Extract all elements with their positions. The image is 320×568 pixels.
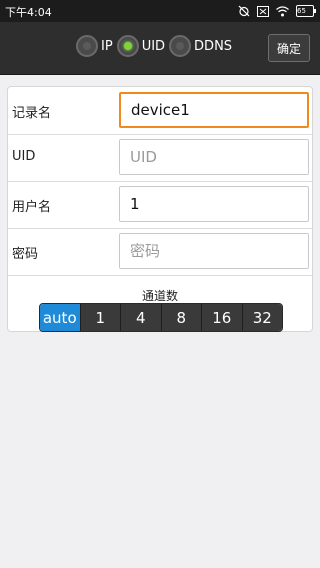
alarm-off-icon (238, 5, 250, 17)
battery-icon: 65 (296, 5, 316, 17)
row-record-name: 记录名 device1 (8, 87, 312, 135)
row-password: 密码 密码 (8, 228, 312, 276)
mode-option-uid[interactable]: UID (116, 35, 166, 57)
connection-mode-group: IP UID DDNS (76, 35, 236, 57)
radio-ip[interactable] (76, 35, 98, 57)
channel-option-32[interactable]: 32 (241, 304, 282, 331)
uid-label: UID (12, 149, 36, 164)
content-area: 记录名 device1 UID UID 用户名 1 密码 密码 通道数 auto… (0, 75, 320, 568)
radio-uid[interactable] (116, 35, 139, 57)
password-input[interactable]: 密码 (119, 233, 309, 269)
device-form-card: 记录名 device1 UID UID 用户名 1 密码 密码 通道数 auto… (7, 86, 313, 332)
channel-option-16[interactable]: 16 (201, 304, 242, 331)
confirm-button[interactable]: 确定 (268, 34, 310, 62)
mode-label-ip: IP (101, 38, 113, 54)
toolbar: IP UID DDNS 确定 (0, 22, 320, 75)
record-name-input[interactable]: device1 (119, 92, 309, 128)
channel-option-8[interactable]: 8 (160, 304, 201, 331)
mode-option-ip[interactable]: IP (76, 35, 113, 57)
sim-blocked-icon (257, 5, 269, 17)
channel-option-4[interactable]: 4 (120, 304, 161, 331)
mode-label-ddns: DDNS (194, 38, 233, 54)
channel-option-1[interactable]: 1 (79, 304, 120, 331)
username-input[interactable]: 1 (119, 186, 309, 222)
wifi-icon (276, 5, 289, 17)
channel-count-selector: auto 1 4 8 16 32 (39, 303, 283, 332)
status-time: 下午4:04 (5, 6, 52, 19)
record-name-label: 记录名 (12, 106, 52, 121)
radio-ddns[interactable] (169, 35, 192, 57)
password-label: 密码 (12, 247, 39, 262)
row-username: 用户名 1 (8, 181, 312, 229)
channel-option-auto[interactable]: auto (40, 304, 80, 331)
status-bar: 下午4:04 65 (0, 0, 320, 22)
row-uid: UID UID (8, 134, 312, 182)
uid-input[interactable]: UID (119, 139, 309, 175)
mode-label-uid: UID (141, 38, 166, 54)
status-icons: 65 (238, 3, 316, 19)
mode-option-ddns[interactable]: DDNS (169, 35, 232, 57)
username-label: 用户名 (12, 200, 52, 215)
channel-count-title: 通道数 (141, 289, 178, 303)
